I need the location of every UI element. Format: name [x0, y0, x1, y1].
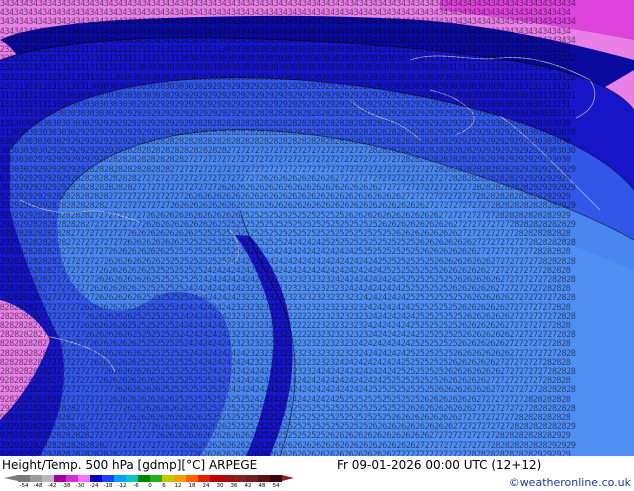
contour-value-row: 2929292928282828282827272727272727262626…: [0, 431, 571, 442]
contour-value-row: 3030302929292929292828282828282828282727…: [0, 164, 576, 175]
contour-value-row: 2828282828272727272727262626262625252525…: [0, 367, 576, 377]
colorbar-cell: [222, 475, 234, 482]
contour-value-row: 2828282827272727272626262626252525252524…: [0, 321, 571, 331]
colorbar-tick-label: 48: [258, 483, 266, 489]
contour-value-row: 3232323232313131313131313131313030303030…: [0, 63, 571, 74]
contour-value-row: 2929292929282828282828272727272727272626…: [0, 201, 576, 212]
contour-value-row: 3030303030292929292929292928282828282828…: [0, 146, 576, 157]
colorbar-cell: [246, 475, 258, 482]
colorbar-tick-label: 12: [174, 483, 182, 489]
contour-value-row: 2929292828282828272727272727262626262626…: [0, 413, 571, 423]
contour-value-row: 2828282828272727272726262626262525252525…: [0, 293, 576, 304]
colorbar-cell: [174, 475, 186, 482]
contour-value-row: 2929282828282827272727272726262626262625…: [0, 238, 576, 249]
contour-value-row: 3131313131313130303030303030303030302929…: [0, 91, 576, 101]
colorbar-right-arrow: [282, 475, 294, 481]
contour-value-row: 2828282827272727272626262626252525252524…: [0, 311, 576, 322]
colorbar-tick-label: 18: [188, 483, 196, 489]
colorbar-tick-label: 6: [162, 483, 166, 489]
contour-value-row: 2928282828282827272727272626262626262625…: [0, 394, 571, 405]
colorbar-cell: [270, 475, 282, 482]
contour-value-row: 2929292929282828282828272727272727272726…: [0, 440, 576, 451]
colorbar-cell: [258, 475, 270, 482]
contour-value-row: 3131313131313030303030303030302929292929…: [0, 100, 571, 111]
map-footer: Height/Temp. 500 hPa [gdmp][°C] ARPEGE F…: [0, 456, 634, 490]
contour-value-row: 2928282828282827272727272626262626262525…: [0, 247, 571, 258]
contour-value-row: 2828282827272727272626262626252525252524…: [0, 302, 571, 313]
colorbar-cell: [18, 475, 30, 482]
colorbar-tick-label: -54: [19, 483, 29, 489]
colorbar-cell: [138, 475, 150, 482]
colorbar-left-arrow: [4, 475, 18, 481]
contour-value-row: 3434343434343434343434343434343434343434…: [0, 8, 571, 19]
contour-value-row: 2929282828282828272727272726262626262626…: [0, 403, 576, 414]
colorbar-cell: [102, 475, 114, 482]
contour-value-row: 3130303030303030292929292929292929282828…: [0, 127, 576, 138]
contour-value-row: 2828282828272727272726262626262525252525…: [0, 357, 571, 368]
colorbar-cell: [54, 475, 66, 482]
contour-value-row: 3131303030303030303029292929292929292929…: [0, 118, 571, 129]
map-datetime: Fr 09-01-2026 00:00 UTC (12+12): [337, 458, 542, 472]
colorbar-tick-label: 42: [244, 483, 252, 489]
contour-value-row: 2928282828282727272727272626262626252525…: [0, 385, 576, 396]
contour-value-row: 2828282827272727272626262626252525252524…: [0, 330, 576, 341]
colorbar-tick-label: 24: [202, 483, 210, 489]
contour-value-row: 3030303030303029292929292929292828282828…: [0, 137, 571, 147]
colorbar-cell: [162, 475, 174, 482]
colorbar-tick-label: -42: [47, 483, 57, 489]
contour-value-row: 2928282828282727272727262626262626252525…: [0, 376, 571, 387]
map-title: Height/Temp. 500 hPa [gdmp][°C] ARPEGE: [2, 458, 258, 472]
colorbar-tick-label: -6: [133, 483, 139, 489]
colorbar-tick-label: -38: [61, 483, 71, 489]
contour-value-row: 3232323232323231313131313131313131313130…: [0, 54, 576, 65]
contour-value-row: 3434343434343434343434343434343434343434…: [0, 26, 571, 37]
contour-value-row: 2929292929292828282828282727272727272727…: [0, 192, 571, 203]
colorbar-tick-label: -12: [117, 483, 127, 489]
contour-value-row: 2928282828282727272727262626262626252525…: [0, 256, 576, 267]
colorbar-cell: [210, 475, 222, 482]
contour-value-row: 2929292828282828282727272727272626262626…: [0, 219, 576, 230]
contour-value-row: 2828282828272727272726262626262625252525…: [0, 275, 576, 285]
contour-value-row: 2828282828272727272726262626262525252525…: [0, 348, 576, 359]
colorbar-tick-label: -24: [89, 483, 99, 489]
contour-value-row: 2929292928282828282827272727272726262626…: [0, 210, 571, 221]
weather-map: 3434343434343434343434343434343434343434…: [0, 0, 634, 456]
colorbar-cell: [186, 475, 198, 482]
contour-value-row: 3434343434343434343434343434343434343434…: [0, 17, 576, 28]
contour-value-row: 3232323131313131313131313030303030303030…: [0, 72, 576, 83]
colorbar-tick-label: 36: [230, 483, 238, 489]
colorbar-cell: [114, 475, 126, 482]
contour-value-row: 3030292929292929282828282828282727272727…: [0, 173, 571, 184]
colorbar-cell: [66, 475, 78, 482]
contour-value-row: 3231313131313131313130303030303030303030…: [0, 81, 571, 92]
contour-value-row: 3434343434343434343434343434343434343434…: [0, 35, 576, 46]
colorbar-tick-label: -30: [75, 483, 85, 489]
colorbar-tick-label: -48: [33, 483, 43, 489]
colorbar-tick-label: -18: [103, 483, 113, 489]
contour-value-grid: 3434343434343434343434343434343434343434…: [0, 0, 634, 456]
colorbar-cell: [126, 475, 138, 482]
colorbar: [18, 475, 282, 482]
contour-value-row: 2828282828272727272726262626262525252525…: [0, 339, 571, 350]
colorbar-cell: [234, 475, 246, 482]
contour-value-row: 3131313130303030303030302929292929292929…: [0, 109, 576, 120]
colorbar-tick-label: 30: [216, 483, 224, 489]
colorbar-tick-label: 0: [148, 483, 152, 489]
colorbar-cell: [78, 475, 90, 482]
colorbar-cell: [42, 475, 54, 482]
contour-value-row: 3434343434343434343434343434343434343434…: [0, 0, 576, 9]
colorbar-cell: [30, 475, 42, 482]
colorbar-tick-label: 54: [272, 483, 280, 489]
colorbar-cell: [198, 475, 210, 482]
contour-value-row: 3029292929292928282828282828272727272727…: [0, 183, 576, 193]
contour-value-row: 2828282828272727272726262626262525252525…: [0, 284, 571, 295]
contour-value-row: 2929292828282828282727272727272726262626…: [0, 422, 576, 433]
colorbar-cell: [90, 475, 102, 482]
colorbar-cell: [150, 475, 162, 482]
contour-value-row: 3232323232323232323131313131313131313131…: [0, 45, 571, 55]
contour-value-row: 2828282828282727272727262626262625252525…: [0, 265, 571, 276]
contour-value-row: 3030303029292929292929282828282828282828…: [0, 155, 571, 166]
credit-link[interactable]: ©weatheronline.co.uk: [509, 476, 631, 489]
contour-value-row: 2929282828282828272727272727262626262626…: [0, 229, 571, 239]
